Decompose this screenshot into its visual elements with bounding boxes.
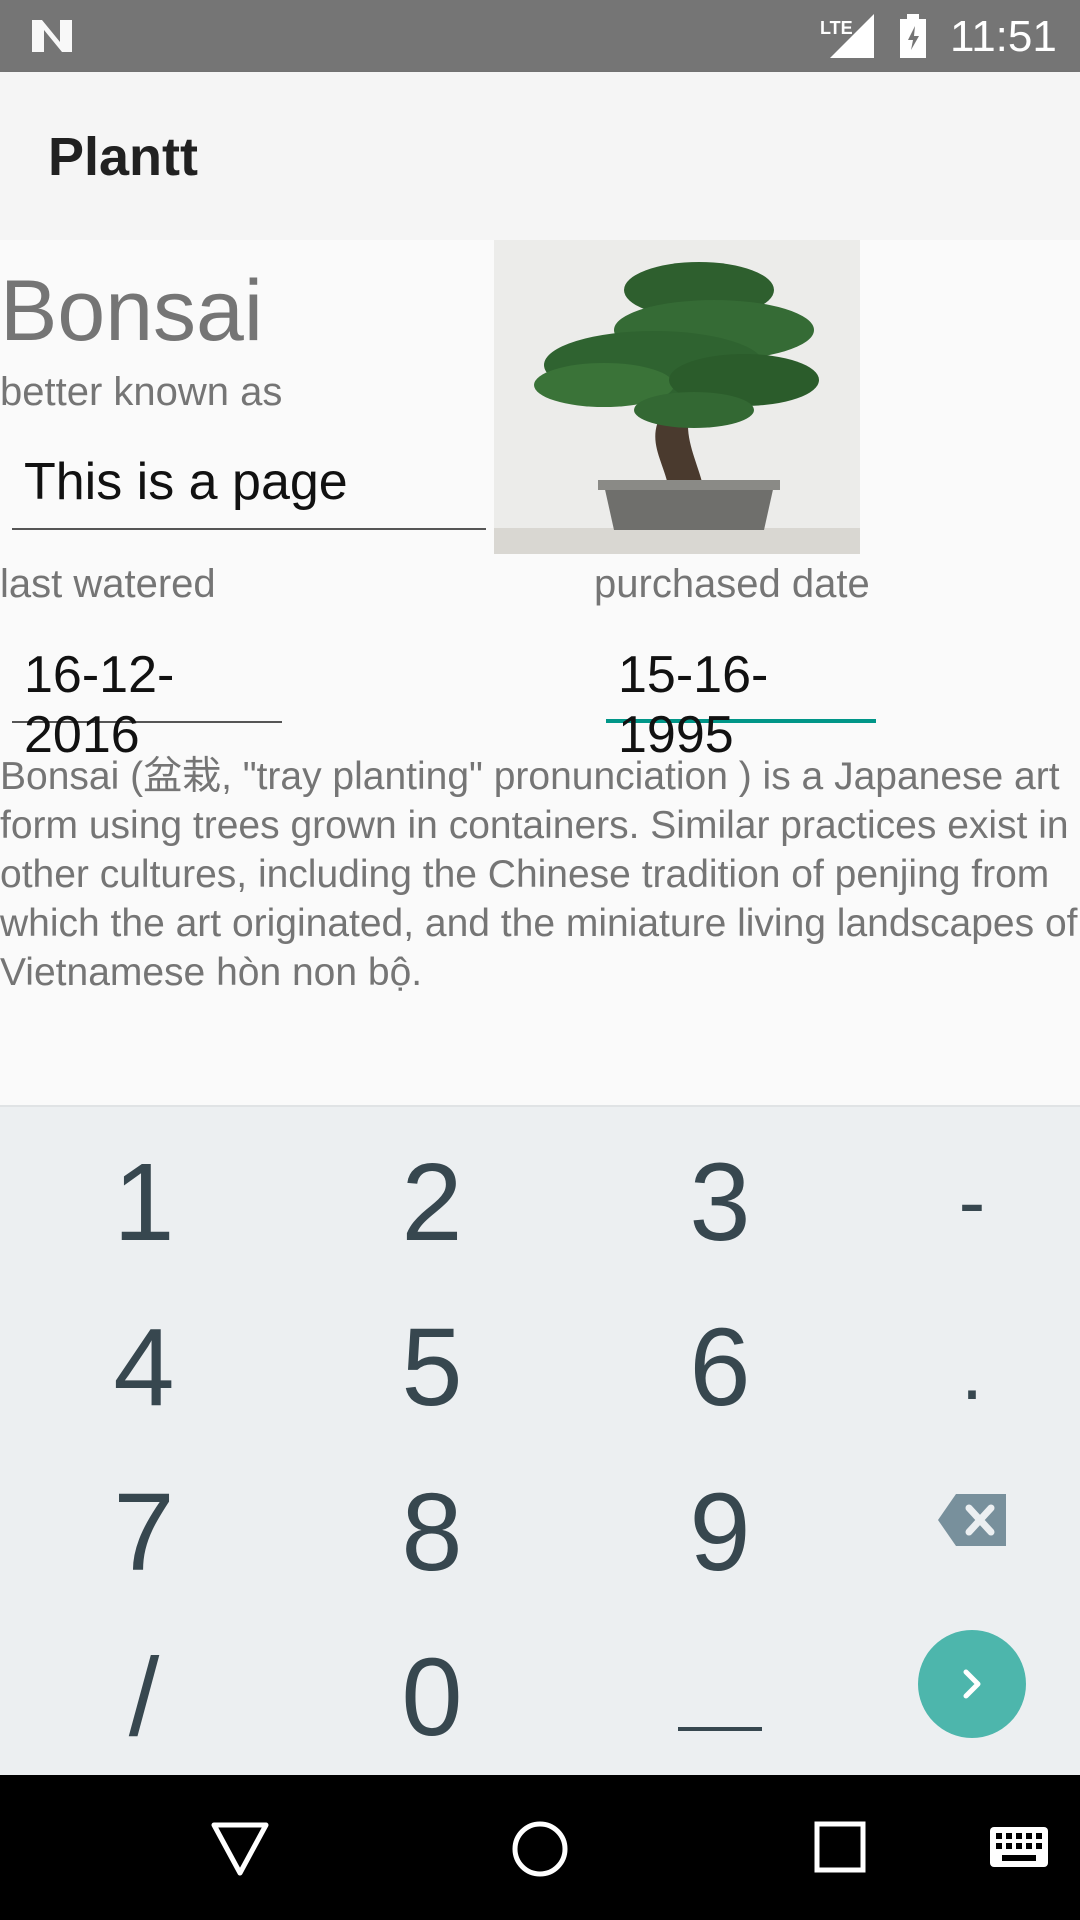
n-logo-icon bbox=[32, 20, 72, 52]
nickname-field[interactable]: This is a page bbox=[12, 452, 486, 530]
key-2[interactable]: 2 bbox=[332, 1127, 532, 1277]
battery-charging-icon bbox=[900, 14, 926, 58]
keyboard-icon[interactable] bbox=[988, 1825, 1050, 1869]
last-watered-field[interactable]: 16-12-2016 bbox=[12, 645, 282, 764]
key-dash[interactable]: - bbox=[872, 1127, 1072, 1277]
recents-icon[interactable] bbox=[814, 1821, 866, 1873]
key-8[interactable]: 8 bbox=[332, 1457, 532, 1607]
key-5[interactable]: 5 bbox=[332, 1292, 532, 1442]
key-3[interactable]: 3 bbox=[620, 1127, 820, 1277]
last-watered-label: last watered bbox=[0, 562, 216, 606]
nav-bar bbox=[0, 1775, 1080, 1920]
numeric-keyboard: 1 2 3 - 4 5 6 . 7 8 9 / 0 bbox=[0, 1105, 1080, 1775]
subtitle-label: better known as bbox=[0, 370, 283, 414]
key-7[interactable]: 7 bbox=[44, 1457, 244, 1607]
bonsai-image bbox=[494, 240, 860, 554]
key-0[interactable]: 0 bbox=[332, 1622, 532, 1772]
plant-name: Bonsai bbox=[0, 263, 263, 359]
purchased-date-field[interactable]: 15-16-1995 bbox=[606, 645, 876, 764]
underscore-key[interactable] bbox=[678, 1727, 762, 1731]
chevron-right-icon bbox=[963, 1669, 981, 1699]
status-bar: LTE 11:51 bbox=[0, 0, 1080, 72]
plant-description: Bonsai (盆栽, "tray planting" pronunciatio… bbox=[0, 755, 1078, 994]
key-4[interactable]: 4 bbox=[44, 1292, 244, 1442]
app-bar: Plantt bbox=[0, 72, 1080, 240]
status-time: 11:51 bbox=[950, 12, 1057, 61]
home-icon[interactable] bbox=[510, 1819, 570, 1879]
key-1[interactable]: 1 bbox=[44, 1127, 244, 1277]
lte-signal-icon: LTE bbox=[820, 14, 874, 58]
screen: LTE 11:51 Plantt Bonsai better known as … bbox=[0, 0, 1080, 1920]
key-6[interactable]: 6 bbox=[620, 1292, 820, 1442]
back-icon[interactable] bbox=[210, 1821, 270, 1877]
go-arrow-icon[interactable] bbox=[918, 1630, 1026, 1738]
backspace-icon[interactable] bbox=[936, 1492, 1008, 1548]
key-slash[interactable]: / bbox=[44, 1622, 244, 1772]
key-9[interactable]: 9 bbox=[620, 1457, 820, 1607]
svg-text:LTE: LTE bbox=[820, 18, 853, 38]
key-period[interactable]: . bbox=[872, 1297, 1072, 1447]
plant-detail: Bonsai better known as This is a page la… bbox=[0, 240, 1080, 1105]
app-title: Plantt bbox=[48, 127, 199, 187]
purchased-date-label: purchased date bbox=[594, 562, 870, 606]
